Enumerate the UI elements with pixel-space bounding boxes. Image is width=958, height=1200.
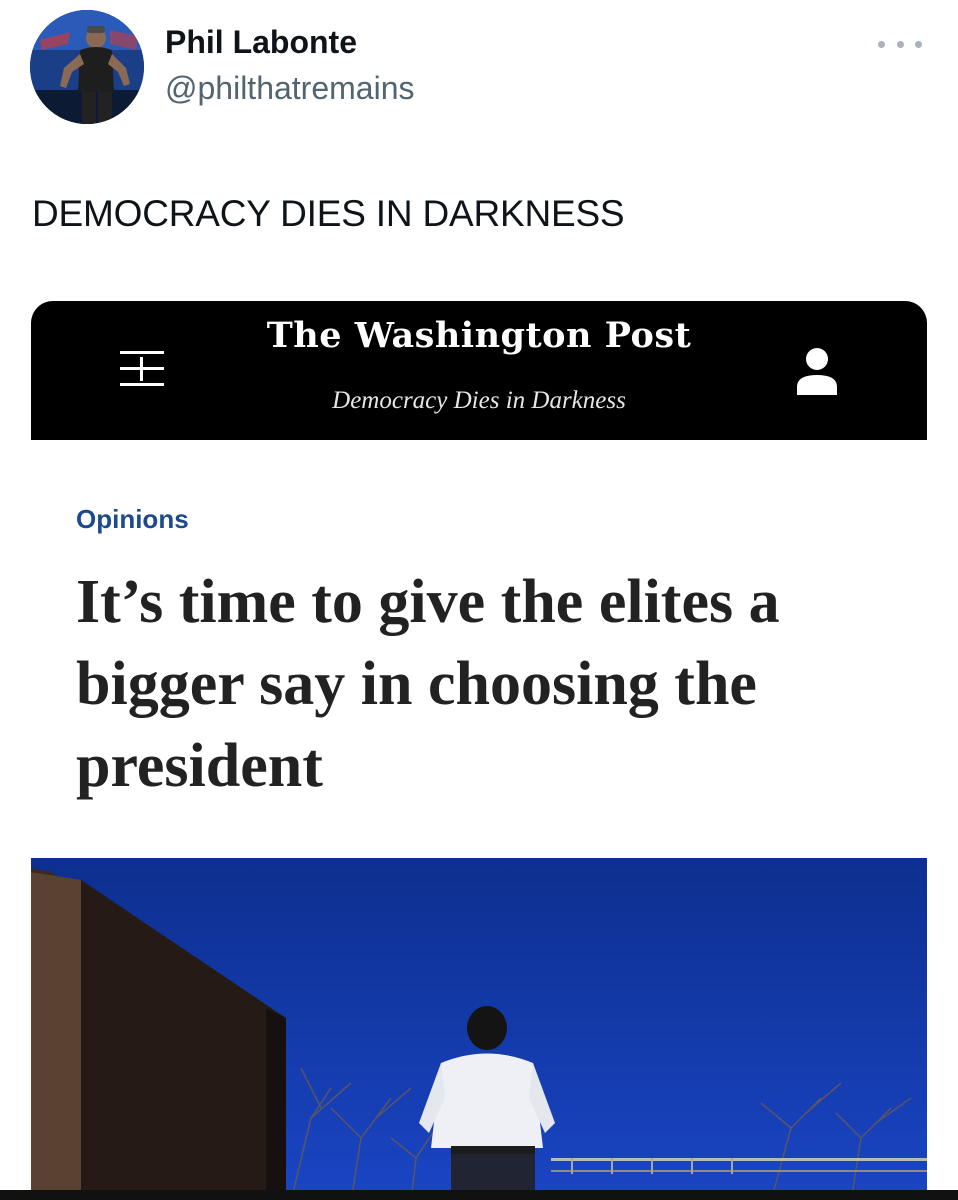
embedded-screenshot-card[interactable]: The Washington Post Democracy Dies in Da… bbox=[31, 301, 927, 1200]
user-account-icon[interactable] bbox=[795, 345, 839, 397]
article-headline[interactable]: It’s time to give the elites a bigger sa… bbox=[76, 561, 906, 807]
more-dot bbox=[915, 40, 922, 48]
more-dot bbox=[896, 40, 904, 48]
tweet-text: DEMOCRACY DIES IN DARKNESS bbox=[32, 193, 625, 234]
tweet-header: Phil Labonte @philthatremains bbox=[0, 0, 958, 160]
more-dot bbox=[878, 40, 885, 48]
author-handle[interactable]: @philthatremains bbox=[165, 70, 414, 107]
avatar-photo bbox=[30, 10, 144, 124]
more-horizontal-icon[interactable] bbox=[878, 36, 922, 52]
hero-image[interactable] bbox=[31, 858, 927, 1200]
masthead-logo[interactable]: The Washington Post bbox=[31, 315, 927, 356]
section-label[interactable]: Opinions bbox=[76, 504, 189, 535]
author-name[interactable]: Phil Labonte bbox=[165, 24, 357, 61]
masthead-bar: The Washington Post Democracy Dies in Da… bbox=[31, 301, 927, 440]
avatar[interactable] bbox=[30, 10, 144, 124]
bottom-edge bbox=[0, 1190, 958, 1200]
tagline: Democracy Dies in Darkness bbox=[332, 387, 626, 414]
